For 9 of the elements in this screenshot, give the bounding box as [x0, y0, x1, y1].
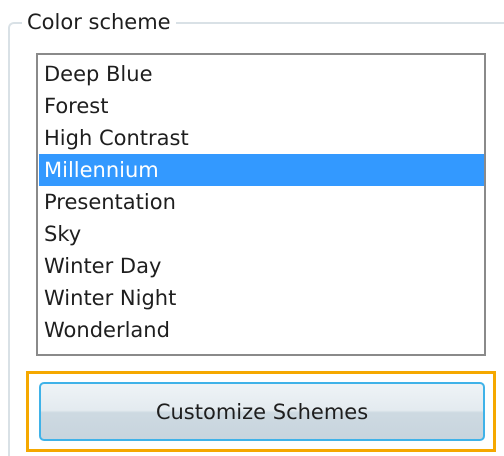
list-item[interactable]: Deep Blue	[39, 58, 484, 90]
list-item[interactable]: High Contrast	[39, 122, 484, 154]
list-item[interactable]: Sky	[39, 218, 484, 250]
list-item[interactable]: Winter Day	[39, 250, 484, 282]
list-item[interactable]: Winter Night	[39, 282, 484, 314]
list-item[interactable]: Forest	[39, 90, 484, 122]
list-item[interactable]: Wonderland	[39, 314, 484, 346]
customize-button[interactable]: Customize Schemes	[39, 382, 485, 441]
list-item[interactable]: Presentation	[39, 186, 484, 218]
